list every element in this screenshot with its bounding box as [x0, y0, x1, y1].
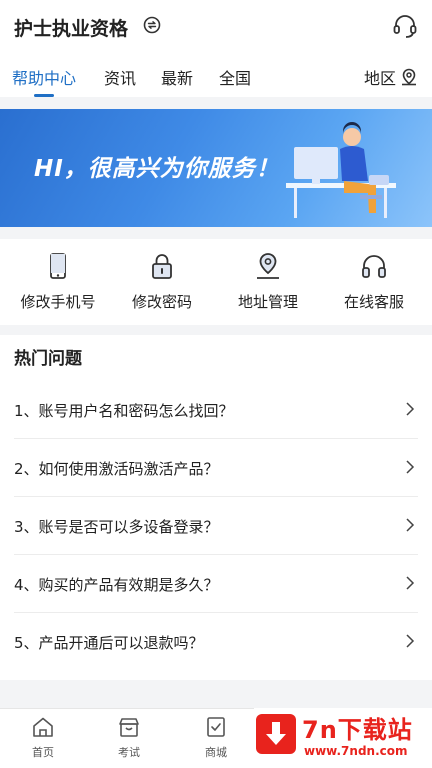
- quick-action-label: 修改密码: [131, 293, 192, 311]
- region-selector[interactable]: 地区: [364, 65, 418, 89]
- shop-icon: [207, 717, 225, 737]
- section-divider: [0, 227, 432, 239]
- faq-title: 热门问题: [14, 349, 82, 369]
- faq-question: 5、产品开通后可以退款吗？: [14, 634, 204, 652]
- customer-service-icon[interactable]: [392, 13, 418, 39]
- change-password-button[interactable]: 修改密码: [108, 251, 216, 312]
- quick-action-label: 在线客服: [343, 293, 404, 311]
- nav-shop[interactable]: 商城: [176, 715, 256, 760]
- chevron-right-icon: [406, 634, 415, 648]
- location-pin-icon: [402, 68, 416, 86]
- chevron-right-icon: [406, 518, 415, 532]
- tab-help-center[interactable]: 帮助中心: [12, 65, 76, 89]
- chevron-right-icon: [406, 576, 415, 590]
- exam-icon: [119, 718, 139, 737]
- app-header: 护士执业资格: [0, 0, 432, 52]
- nav-home[interactable]: 首页: [3, 715, 83, 760]
- chevron-right-icon: [406, 402, 415, 416]
- faq-item[interactable]: 4、购买的产品有效期是多久？: [14, 555, 418, 613]
- section-divider: [0, 325, 432, 335]
- home-icon: [33, 717, 53, 737]
- tab-news[interactable]: 资讯: [104, 65, 136, 89]
- phone-icon: [50, 253, 66, 279]
- faq-question: 4、购买的产品有效期是多久？: [14, 576, 219, 594]
- address-management-button[interactable]: 地址管理: [214, 251, 322, 312]
- tab-latest[interactable]: 最新: [161, 65, 193, 89]
- section-divider: [0, 97, 432, 109]
- headphones-icon: [362, 255, 386, 278]
- watermark-url: www.7ndn.com: [304, 744, 408, 758]
- tab-national[interactable]: 全国: [219, 65, 251, 89]
- page-title: 护士执业资格: [14, 18, 129, 40]
- faq-list: 1、账号用户名和密码怎么找回？ 2、如何使用激活码激活产品？ 3、账号是否可以多…: [0, 381, 432, 671]
- site-watermark: 7n下载站 www.7ndn.com: [254, 708, 432, 768]
- faq-item[interactable]: 2、如何使用激活码激活产品？: [14, 439, 418, 497]
- nav-exam[interactable]: 考试: [89, 715, 169, 760]
- switch-exam-icon[interactable]: [143, 16, 161, 34]
- location-icon: [257, 253, 279, 279]
- faq-item[interactable]: 1、账号用户名和密码怎么找回？: [14, 381, 418, 439]
- welcome-banner[interactable]: HI，很高兴为你服务！: [0, 109, 432, 227]
- nav-label: 考试: [118, 746, 140, 759]
- download-logo-icon: [256, 714, 296, 754]
- faq-item[interactable]: 3、账号是否可以多设备登录？: [14, 497, 418, 555]
- support-agent-illustration: [286, 122, 396, 218]
- faq-question: 1、账号用户名和密码怎么找回？: [14, 402, 234, 420]
- faq-question: 3、账号是否可以多设备登录？: [14, 518, 219, 536]
- change-phone-button[interactable]: 修改手机号: [4, 251, 112, 312]
- quick-actions: 修改手机号 修改密码 地址管理 在线客服: [0, 239, 432, 325]
- nav-label: 首页: [32, 746, 54, 759]
- watermark-title: 7n下载站: [302, 716, 413, 744]
- quick-action-label: 修改手机号: [20, 293, 96, 311]
- banner-text: HI，很高兴为你服务！: [34, 156, 280, 182]
- online-service-button[interactable]: 在线客服: [320, 251, 428, 312]
- faq-question: 2、如何使用激活码激活产品？: [14, 460, 219, 478]
- chevron-right-icon: [406, 460, 415, 474]
- quick-action-label: 地址管理: [237, 293, 298, 311]
- faq-item[interactable]: 5、产品开通后可以退款吗？: [14, 613, 418, 671]
- top-tabs: 帮助中心 资讯 最新 全国 地区: [0, 56, 432, 97]
- lock-icon: [152, 254, 172, 279]
- region-label: 地区: [363, 69, 396, 88]
- section-divider: [0, 680, 432, 708]
- nav-label: 商城: [205, 746, 227, 759]
